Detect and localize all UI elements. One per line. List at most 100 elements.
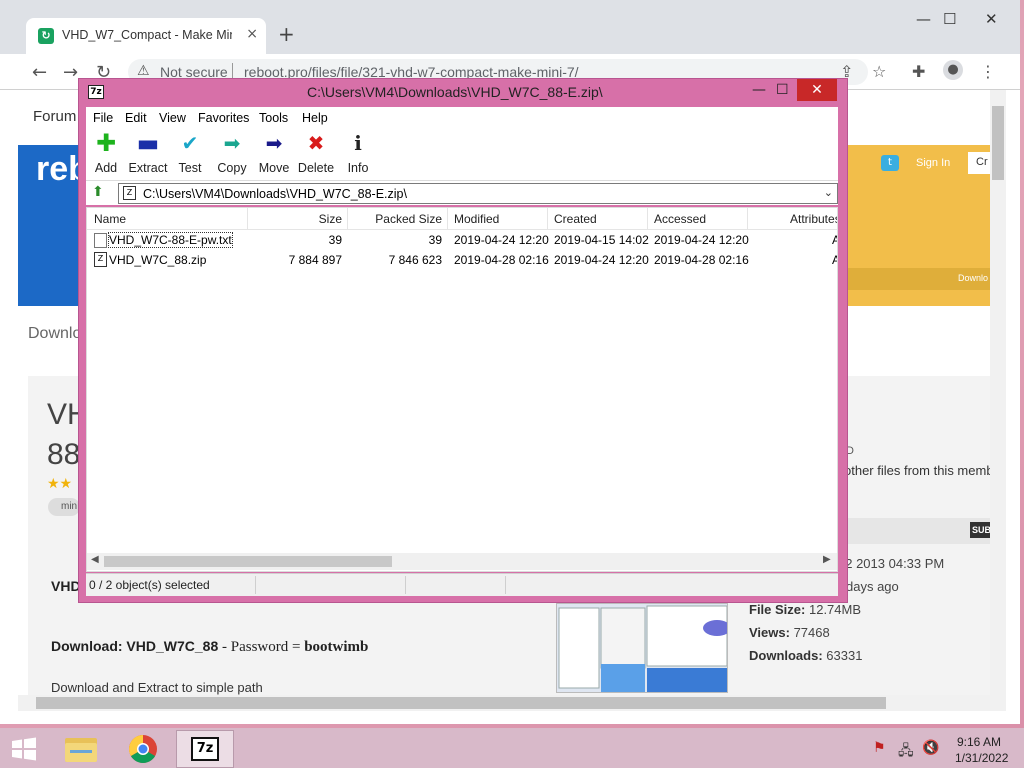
download-strip[interactable]: Downlo xyxy=(846,268,990,290)
nav-forum-link[interactable]: Forum xyxy=(33,108,76,125)
test-label: Test xyxy=(178,161,202,175)
page-vertical-scroll-thumb[interactable] xyxy=(992,106,1004,180)
delete-x-icon: ✖ xyxy=(307,131,325,155)
profile-avatar-icon[interactable]: ● xyxy=(943,60,963,80)
browser-maximize-button[interactable]: ☐ xyxy=(943,10,956,28)
info-label: Info xyxy=(347,161,369,175)
browser-minimize-button[interactable]: — xyxy=(916,10,931,28)
downloads-breadcrumb[interactable]: Downlo xyxy=(28,325,81,343)
submitted-date: 02 2013 04:33 PM xyxy=(838,556,945,571)
thumbnail-image xyxy=(557,604,727,692)
side-panel-header xyxy=(838,518,990,544)
file-row-size: 7 884 897 xyxy=(288,253,342,267)
sign-in-link[interactable]: Sign In xyxy=(916,157,950,169)
copy-button[interactable]: ➡ Copy xyxy=(212,131,252,175)
chrome-taskbar-icon[interactable] xyxy=(118,731,168,767)
file-row-modified: 2019-04-24 12:20 xyxy=(454,233,549,247)
list-horizontal-scroll-thumb[interactable] xyxy=(104,556,392,567)
page-horizontal-scroll-thumb[interactable] xyxy=(36,697,886,709)
create-account-button[interactable]: Cr xyxy=(968,152,990,174)
zip-file-icon: Z xyxy=(94,252,107,267)
action-center-flag-icon[interactable]: ⚑ xyxy=(873,740,886,756)
col-name[interactable]: Name xyxy=(94,212,126,226)
file-row-accessed: 2019-04-28 02:16 xyxy=(654,253,749,267)
menu-favorites[interactable]: Favorites xyxy=(198,111,249,125)
screenshot-thumbnail[interactable] xyxy=(556,603,728,693)
bookmark-star-icon[interactable]: ☆ xyxy=(872,62,886,81)
zip-archive-icon: Z xyxy=(123,186,136,200)
col-size[interactable]: Size xyxy=(250,212,342,226)
menu-view[interactable]: View xyxy=(159,111,186,125)
other-files-link[interactable]: other files from this memb xyxy=(844,463,994,478)
add-button[interactable]: ✚ Add xyxy=(86,131,126,175)
col-accessed[interactable]: Accessed xyxy=(654,212,706,226)
info-button[interactable]: i Info xyxy=(338,131,378,175)
sevenzip-maximize-button[interactable]: ☐ xyxy=(776,82,789,98)
scroll-right-icon[interactable]: ▶ xyxy=(823,554,831,565)
browser-tab[interactable]: ↻ VHD_W7_Compact - Make Mini × xyxy=(26,18,266,54)
file-row-name[interactable]: VHD_W7C-88-E-pw.txt xyxy=(108,232,233,248)
text-file-icon xyxy=(94,233,107,248)
sevenzip-app-icon: 7z xyxy=(88,85,104,99)
status-divider xyxy=(505,576,506,594)
delete-button[interactable]: ✖ Delete xyxy=(296,131,336,175)
network-icon[interactable]: 🖧 xyxy=(898,740,914,764)
column-divider[interactable] xyxy=(347,208,348,230)
file-row-size: 39 xyxy=(328,233,342,247)
menu-tools[interactable]: Tools xyxy=(259,111,288,125)
column-divider[interactable] xyxy=(447,208,448,230)
column-divider[interactable] xyxy=(247,208,248,230)
windows-start-icon[interactable] xyxy=(8,736,40,762)
sevenzip-taskbar-button[interactable]: 7z xyxy=(176,730,234,768)
volume-muted-icon[interactable]: 🔇 xyxy=(922,740,939,756)
extract-label: Extract xyxy=(128,161,168,175)
chevron-down-icon[interactable]: ⌄ xyxy=(824,186,833,199)
site-favicon-icon: ↻ xyxy=(38,28,54,44)
rating-stars[interactable]: ★★ xyxy=(47,476,72,492)
column-divider[interactable] xyxy=(547,208,548,230)
clock-time: 9:16 AM xyxy=(956,735,1002,749)
chrome-menu-icon[interactable]: ⋮ xyxy=(980,62,996,81)
file-explorer-icon[interactable] xyxy=(56,731,106,767)
browser-close-button[interactable]: ✕ xyxy=(985,10,998,28)
copy-label: Copy xyxy=(217,161,247,175)
tab-title: VHD_W7_Compact - Make Mini xyxy=(62,28,232,42)
back-arrow-icon[interactable]: ← xyxy=(32,62,47,83)
forward-arrow-icon[interactable]: → xyxy=(63,62,78,83)
extensions-puzzle-icon[interactable]: ✚ xyxy=(912,62,925,81)
extract-instructions: Download and Extract to simple path xyxy=(51,680,263,695)
move-button[interactable]: ➡ Move xyxy=(254,131,294,175)
extract-minus-icon: ▬ xyxy=(136,129,160,157)
folder-icon xyxy=(65,738,97,762)
column-divider[interactable] xyxy=(747,208,748,230)
file-row-accessed: 2019-04-24 12:20 xyxy=(654,233,749,247)
col-modified[interactable]: Modified xyxy=(454,212,499,226)
updated-date: days ago xyxy=(846,579,899,594)
col-attributes[interactable]: Attributes xyxy=(790,212,837,226)
sevenzip-minimize-button[interactable]: — xyxy=(752,82,766,98)
status-divider xyxy=(405,576,406,594)
test-button[interactable]: ✔ Test xyxy=(170,131,210,175)
menu-help[interactable]: Help xyxy=(302,111,328,125)
system-clock[interactable]: 9:16 AM 1/31/2022 xyxy=(955,734,1008,766)
col-created[interactable]: Created xyxy=(554,212,597,226)
new-tab-button[interactable]: + xyxy=(278,24,295,44)
up-folder-icon[interactable]: ⬆ xyxy=(92,184,104,200)
status-divider xyxy=(255,576,256,594)
file-row-created: 2019-04-15 14:02 xyxy=(554,233,649,247)
page-vertical-scrollbar[interactable] xyxy=(990,90,1006,695)
scroll-left-icon[interactable]: ◀ xyxy=(91,554,99,565)
tab-close-icon[interactable]: × xyxy=(246,26,258,42)
download-strip-label: Downlo xyxy=(958,273,989,283)
column-divider[interactable] xyxy=(647,208,648,230)
extract-button[interactable]: ▬ Extract xyxy=(128,131,168,175)
path-combobox[interactable]: Z C:\Users\VM4\Downloads\VHD_W7C_88-E.zi… xyxy=(118,183,838,204)
col-packed-size[interactable]: Packed Size xyxy=(350,212,442,226)
sevenzip-close-button[interactable]: ✕ xyxy=(797,79,837,101)
menu-file[interactable]: File xyxy=(93,111,113,125)
file-tag[interactable]: min xyxy=(48,498,80,516)
file-row-name[interactable]: VHD_W7C_88.zip xyxy=(109,253,206,267)
menu-edit[interactable]: Edit xyxy=(125,111,147,125)
file-size-value: 12.74MB xyxy=(808,602,862,617)
twitter-icon[interactable]: t xyxy=(881,155,899,171)
